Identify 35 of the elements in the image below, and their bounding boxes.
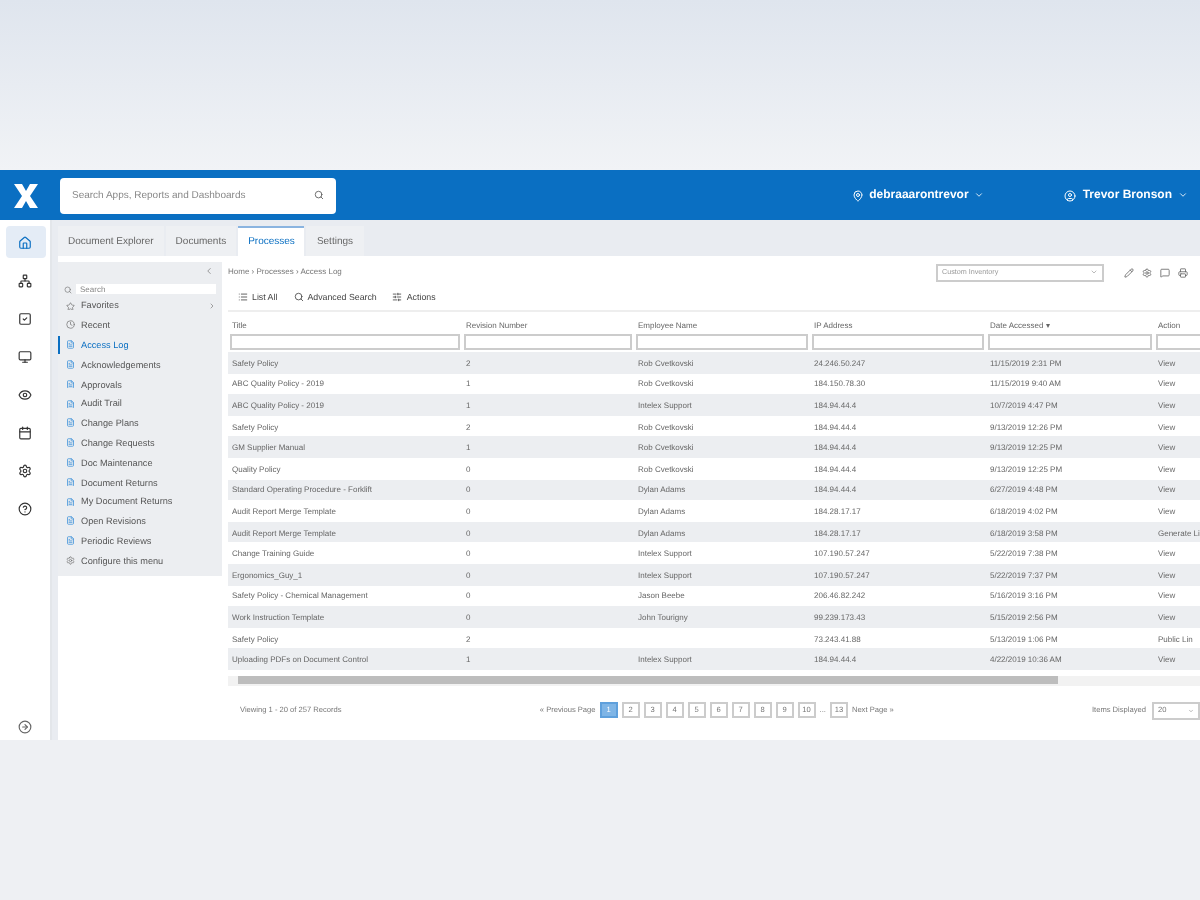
document-icon — [66, 360, 75, 370]
search-icon — [293, 291, 304, 301]
document-icon — [66, 458, 75, 468]
document-icon — [66, 340, 75, 350]
document-icon — [66, 536, 75, 546]
document-icon — [66, 418, 75, 428]
filter-field[interactable] — [812, 334, 984, 350]
logo-icon[interactable] — [12, 181, 40, 209]
star-icon — [66, 301, 75, 311]
home-icon[interactable] — [5, 226, 45, 258]
filter-field[interactable] — [988, 334, 1152, 350]
document-icon — [66, 516, 75, 526]
arrow-icon[interactable] — [18, 720, 32, 734]
caret-icon — [1178, 190, 1188, 200]
pin-icon — [851, 189, 864, 201]
document-icon — [66, 399, 75, 409]
pencil-icon[interactable] — [1124, 267, 1134, 277]
filter-field[interactable] — [230, 334, 460, 350]
comment-icon[interactable] — [1160, 267, 1170, 277]
settings-icon — [66, 556, 75, 565]
sliders-icon — [392, 291, 403, 301]
search-icon — [64, 285, 72, 293]
scrollbar[interactable] — [228, 675, 1200, 686]
clock-icon — [66, 320, 75, 330]
user-icon — [1064, 189, 1077, 201]
document-icon — [66, 477, 75, 487]
search-icon — [314, 190, 324, 200]
print-icon[interactable] — [1178, 267, 1188, 277]
document-icon — [66, 438, 75, 448]
list-icon — [238, 291, 248, 301]
caret-icon — [974, 190, 985, 200]
document-icon — [66, 379, 75, 389]
document-icon — [66, 497, 75, 507]
filter-field[interactable] — [464, 334, 632, 350]
filter-field[interactable] — [636, 334, 808, 350]
